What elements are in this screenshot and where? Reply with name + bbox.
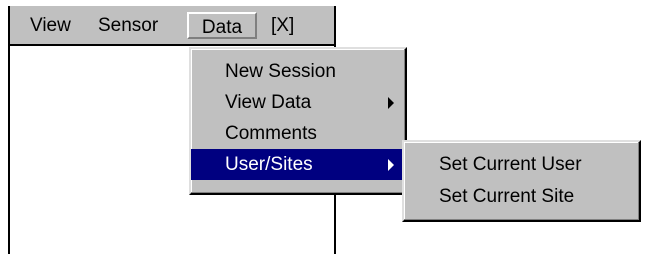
menu-item-user-sites[interactable]: User/Sites xyxy=(191,149,405,180)
data-dropdown-menu: New Session View Data Comments User/Site… xyxy=(189,47,407,195)
menu-item-view-data[interactable]: View Data xyxy=(191,87,405,118)
menu-close[interactable]: [X] xyxy=(267,12,298,39)
menu-item-comments[interactable]: Comments xyxy=(191,118,405,149)
menu-item-label: Set Current User xyxy=(439,154,582,175)
menu-item-label: Set Current Site xyxy=(439,186,575,207)
submenu-arrow-icon xyxy=(388,97,394,109)
menu-item-set-current-site[interactable]: Set Current Site xyxy=(404,181,639,213)
menu-item-set-current-user[interactable]: Set Current User xyxy=(404,149,639,181)
menu-bar: View Sensor Data [X] xyxy=(10,6,334,46)
menu-data[interactable]: Data xyxy=(187,12,257,39)
menu-item-new-session[interactable]: New Session xyxy=(191,56,405,87)
menu-item-label: View Data xyxy=(225,92,312,113)
menu-view[interactable]: View xyxy=(26,12,75,39)
menu-item-label: New Session xyxy=(225,61,336,82)
submenu-arrow-icon xyxy=(388,159,394,171)
user-sites-submenu: Set Current User Set Current Site xyxy=(402,140,641,222)
menu-sensor[interactable]: Sensor xyxy=(94,12,162,39)
menu-item-label: User/Sites xyxy=(225,154,313,175)
menu-item-label: Comments xyxy=(225,123,317,144)
